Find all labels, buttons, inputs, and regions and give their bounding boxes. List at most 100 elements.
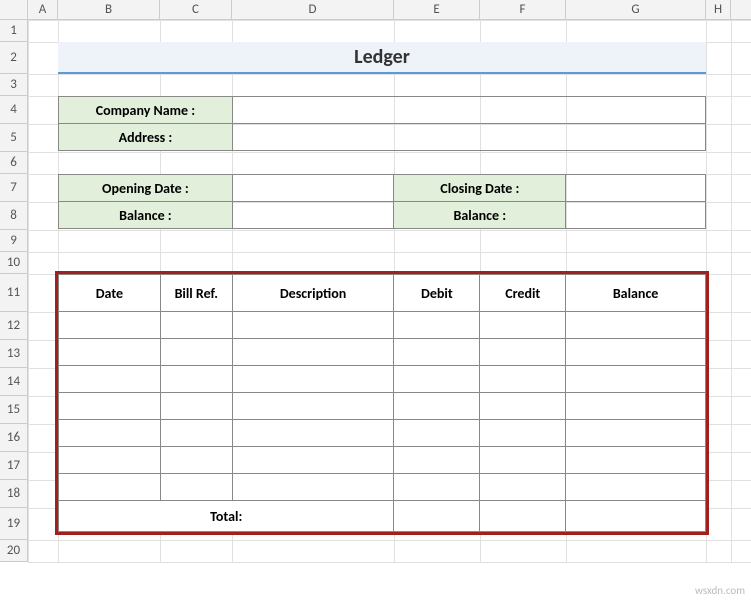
ledger-header-balance: Balance	[566, 275, 706, 312]
row-header-12[interactable]: 12	[0, 312, 27, 340]
ledger-cell[interactable]	[160, 447, 232, 474]
col-header-A[interactable]: A	[28, 0, 58, 19]
closing-balance-label: Balance :	[394, 202, 566, 229]
ledger-cell[interactable]	[480, 339, 566, 366]
ledger-cell[interactable]	[394, 366, 480, 393]
total-label: Total:	[59, 501, 394, 532]
row-header-9[interactable]: 9	[0, 230, 27, 252]
address-label: Address :	[59, 124, 233, 151]
row-header-7[interactable]: 7	[0, 174, 27, 202]
ledger-cell[interactable]	[566, 393, 706, 420]
table-row	[59, 447, 706, 474]
opening-date-label: Opening Date :	[59, 175, 233, 202]
table-row	[59, 339, 706, 366]
ledger-cell[interactable]	[59, 366, 161, 393]
ledger-cell[interactable]	[394, 474, 480, 501]
ledger-cell[interactable]	[480, 393, 566, 420]
ledger-cell[interactable]	[394, 393, 480, 420]
select-all-corner[interactable]	[0, 0, 28, 19]
table-row	[59, 366, 706, 393]
ledger-cell[interactable]	[232, 420, 394, 447]
row-header-17[interactable]: 17	[0, 452, 27, 480]
ledger-cell[interactable]	[566, 366, 706, 393]
ledger-cell[interactable]	[480, 312, 566, 339]
row-header-4[interactable]: 4	[0, 96, 27, 124]
total-row: Total:	[59, 501, 706, 532]
ledger-cell[interactable]	[480, 447, 566, 474]
ledger-cell[interactable]	[566, 339, 706, 366]
ledger-cell[interactable]	[232, 393, 394, 420]
watermark: wsxdn.com	[695, 584, 745, 597]
opening-balance-label: Balance :	[59, 202, 233, 229]
col-header-B[interactable]: B	[58, 0, 160, 19]
row-header-20[interactable]: 20	[0, 540, 27, 562]
ledger-cell[interactable]	[59, 339, 161, 366]
closing-date-label: Closing Date :	[394, 175, 566, 202]
row-header-18[interactable]: 18	[0, 480, 27, 508]
ledger-cell[interactable]	[160, 339, 232, 366]
col-header-D[interactable]: D	[232, 0, 394, 19]
total-debit-cell[interactable]	[394, 501, 480, 532]
table-row	[59, 312, 706, 339]
table-row	[59, 393, 706, 420]
row-header-3[interactable]: 3	[0, 74, 27, 96]
row-header-11[interactable]: 11	[0, 274, 27, 312]
closing-date-cell[interactable]	[566, 175, 706, 202]
ledger-cell[interactable]	[394, 420, 480, 447]
ledger-cell[interactable]	[232, 312, 394, 339]
company-name-cell[interactable]	[232, 97, 705, 124]
row-header-13[interactable]: 13	[0, 340, 27, 368]
ledger-cell[interactable]	[566, 447, 706, 474]
ledger-cell[interactable]	[566, 420, 706, 447]
ledger-title: Ledger	[58, 42, 706, 74]
row-header-8[interactable]: 8	[0, 202, 27, 230]
ledger-cell[interactable]	[480, 366, 566, 393]
ledger-cell[interactable]	[232, 447, 394, 474]
ledger-cell[interactable]	[394, 312, 480, 339]
ledger-cell[interactable]	[59, 312, 161, 339]
opening-date-cell[interactable]	[232, 175, 394, 202]
closing-balance-cell[interactable]	[566, 202, 706, 229]
total-balance-cell[interactable]	[566, 501, 706, 532]
row-header-1[interactable]: 1	[0, 20, 27, 42]
col-header-C[interactable]: C	[160, 0, 232, 19]
ledger-cell[interactable]	[59, 474, 161, 501]
ledger-cell[interactable]	[160, 393, 232, 420]
total-credit-cell[interactable]	[480, 501, 566, 532]
row-header-16[interactable]: 16	[0, 424, 27, 452]
ledger-cell[interactable]	[59, 420, 161, 447]
address-cell[interactable]	[232, 124, 705, 151]
col-header-G[interactable]: G	[566, 0, 706, 19]
ledger-cell[interactable]	[232, 366, 394, 393]
column-headers: ABCDEFGH	[0, 0, 751, 20]
row-header-15[interactable]: 15	[0, 396, 27, 424]
ledger-cell[interactable]	[160, 474, 232, 501]
ledger-cell[interactable]	[59, 393, 161, 420]
col-header-E[interactable]: E	[394, 0, 480, 19]
row-header-2[interactable]: 2	[0, 42, 27, 74]
ledger-cell[interactable]	[232, 474, 394, 501]
ledger-cell[interactable]	[566, 474, 706, 501]
ledger-cell[interactable]	[566, 312, 706, 339]
ledger-cell[interactable]	[160, 312, 232, 339]
ledger-cell[interactable]	[232, 339, 394, 366]
grid-area[interactable]: Ledger Company Name : Address : Opening …	[28, 20, 751, 562]
ledger-cell[interactable]	[480, 474, 566, 501]
ledger-cell[interactable]	[59, 447, 161, 474]
ledger-cell[interactable]	[394, 339, 480, 366]
row-header-10[interactable]: 10	[0, 252, 27, 274]
row-header-5[interactable]: 5	[0, 124, 27, 152]
col-header-H[interactable]: H	[706, 0, 731, 19]
opening-balance-cell[interactable]	[232, 202, 394, 229]
col-header-F[interactable]: F	[480, 0, 566, 19]
ledger-cell[interactable]	[160, 420, 232, 447]
ledger-cell[interactable]	[160, 366, 232, 393]
ledger-cell[interactable]	[480, 420, 566, 447]
row-header-14[interactable]: 14	[0, 368, 27, 396]
dates-balance-table: Opening Date : Closing Date : Balance : …	[58, 174, 706, 229]
ledger-header-description: Description	[232, 275, 394, 312]
ledger-cell[interactable]	[394, 447, 480, 474]
table-row	[59, 474, 706, 501]
row-header-6[interactable]: 6	[0, 152, 27, 174]
row-header-19[interactable]: 19	[0, 508, 27, 540]
